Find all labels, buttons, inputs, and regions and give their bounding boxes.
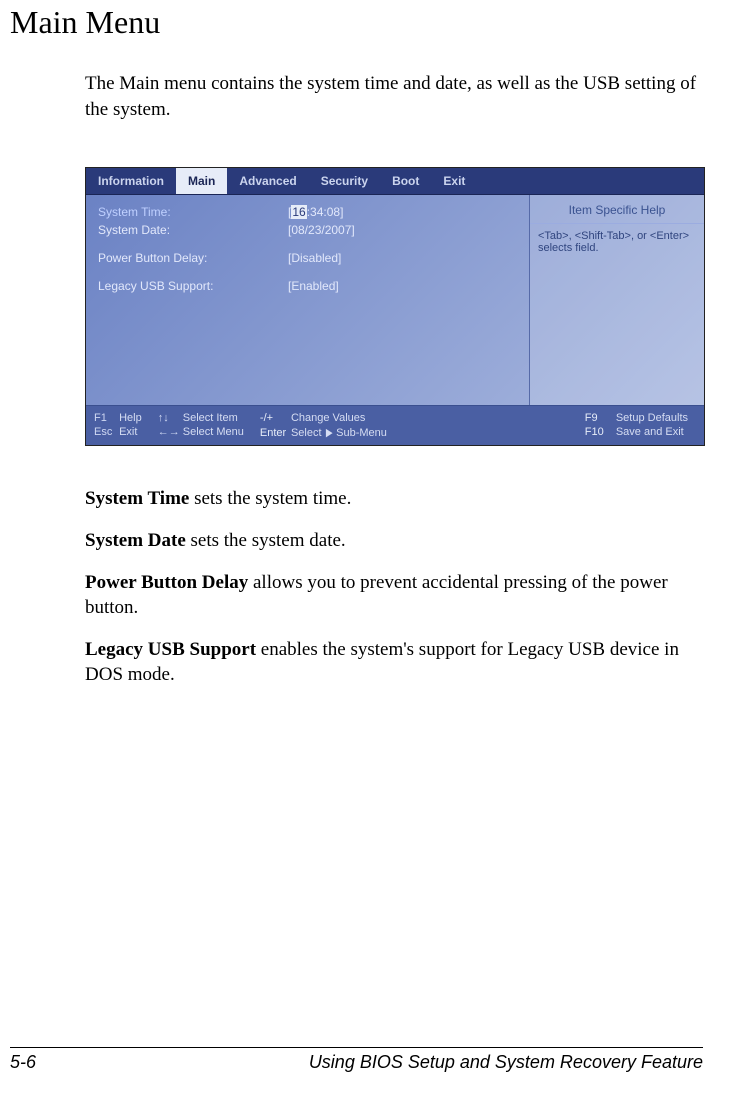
- def-legacy-usb-support: Legacy USB Support enables the system's …: [85, 637, 703, 688]
- setting-legacy-usb-support[interactable]: Legacy USB Support: [Enabled]: [98, 279, 517, 293]
- arrows-vertical-icon: ↑↓: [158, 412, 180, 424]
- bios-body: System Time: [16:34:08] System Date: [08…: [86, 195, 704, 405]
- help-panel-body: <Tab>, <Shift-Tab>, or <Enter> selects f…: [530, 224, 704, 405]
- setting-power-button-delay[interactable]: Power Button Delay: [Disabled]: [98, 251, 517, 265]
- key-f9-label: Setup Defaults: [616, 412, 688, 424]
- bios-screenshot: Information Main Advanced Security Boot …: [85, 167, 705, 446]
- arrows-v-label: Select Item: [183, 412, 238, 424]
- bios-footer: F1 Help Esc Exit ↑↓ Select Item ←→ Selec…: [86, 405, 704, 445]
- key-f9: F9: [585, 412, 613, 424]
- tab-main[interactable]: Main: [176, 168, 227, 194]
- key-f1: F1: [94, 412, 116, 424]
- bios-tab-bar: Information Main Advanced Security Boot …: [86, 168, 704, 195]
- key-plusminus-label: Change Values: [291, 412, 365, 424]
- setting-label: System Date:: [98, 223, 288, 237]
- setting-value[interactable]: [Disabled]: [288, 251, 341, 265]
- key-enter: Enter: [260, 427, 288, 439]
- footer-group-2: ↑↓ Select Item ←→ Select Menu: [158, 412, 244, 439]
- def-system-time: System Time sets the system time.: [85, 486, 703, 512]
- page: Main Menu The Main menu contains the sys…: [0, 4, 733, 1093]
- setting-system-time[interactable]: System Time: [16:34:08]: [98, 205, 517, 219]
- tab-boot[interactable]: Boot: [380, 168, 431, 194]
- page-number: 5-6: [10, 1052, 36, 1073]
- footer-group-4: F9 Setup Defaults F10 Save and Exit: [585, 412, 688, 439]
- def-system-date: System Date sets the system date.: [85, 528, 703, 554]
- setting-label: System Time:: [98, 205, 288, 219]
- tab-security[interactable]: Security: [309, 168, 380, 194]
- key-enter-label-a: Select: [291, 427, 322, 439]
- definitions: System Time sets the system time. System…: [85, 486, 703, 688]
- arrows-horizontal-icon: ←→: [158, 426, 180, 438]
- key-plusminus: -/+: [260, 412, 288, 424]
- arrows-h-label: Select Menu: [183, 426, 244, 438]
- bios-settings-panel: System Time: [16:34:08] System Date: [08…: [86, 195, 529, 405]
- intro-paragraph: The Main menu contains the system time a…: [85, 71, 703, 122]
- footer-group-3: -/+ Change Values Enter Select ▶ Sub-Men…: [260, 412, 387, 439]
- page-title: Main Menu: [10, 4, 703, 41]
- bios-help-panel: Item Specific Help <Tab>, <Shift-Tab>, o…: [529, 195, 704, 405]
- setting-value[interactable]: [08/23/2007]: [288, 223, 355, 237]
- key-esc: Esc: [94, 426, 116, 438]
- setting-value[interactable]: [Enabled]: [288, 279, 339, 293]
- key-esc-label: Exit: [119, 426, 137, 438]
- setting-system-date[interactable]: System Date: [08/23/2007]: [98, 223, 517, 237]
- tab-exit[interactable]: Exit: [431, 168, 477, 194]
- gap: [98, 269, 517, 279]
- key-f10-label: Save and Exit: [616, 426, 684, 438]
- key-enter-label-b: Sub-Menu: [336, 427, 387, 439]
- tab-advanced[interactable]: Advanced: [227, 168, 308, 194]
- help-panel-title: Item Specific Help: [530, 195, 704, 224]
- def-power-button-delay: Power Button Delay allows you to prevent…: [85, 570, 703, 621]
- key-f10: F10: [585, 426, 613, 438]
- key-f1-label: Help: [119, 412, 142, 424]
- triangle-right-icon: ▶: [325, 426, 332, 439]
- gap: [98, 241, 517, 251]
- setting-label: Power Button Delay:: [98, 251, 288, 265]
- setting-value[interactable]: [16:34:08]: [288, 205, 343, 219]
- tab-information[interactable]: Information: [86, 168, 176, 194]
- setting-label: Legacy USB Support:: [98, 279, 288, 293]
- section-title: Using BIOS Setup and System Recovery Fea…: [309, 1052, 703, 1073]
- footer-group-1: F1 Help Esc Exit: [94, 412, 142, 439]
- page-footer: 5-6 Using BIOS Setup and System Recovery…: [10, 1047, 703, 1073]
